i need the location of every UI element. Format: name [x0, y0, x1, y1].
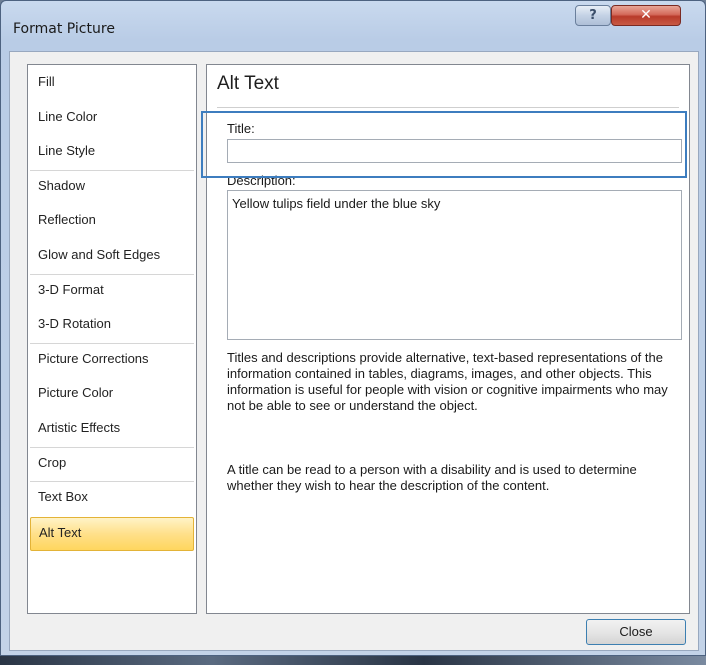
title-input[interactable] [227, 139, 682, 163]
sidebar-item-text-box[interactable]: Text Box [30, 482, 194, 517]
sidebar-item-line-style[interactable]: Line Style [30, 136, 194, 171]
sidebar-item-label: 3-D Rotation [38, 316, 111, 332]
desktop-background-strip [0, 656, 706, 665]
window-close-button[interactable]: ✕ [611, 5, 681, 26]
sidebar-item-shadow[interactable]: Shadow [30, 171, 194, 206]
sidebar-item-label: Line Color [38, 108, 98, 124]
sidebar-item-artistic-effects[interactable]: Artistic Effects [30, 413, 194, 448]
alt-text-panel: Alt Text Title: Description: Yellow tuli… [206, 64, 690, 614]
sidebar-item-picture-corrections[interactable]: Picture Corrections [30, 344, 194, 379]
sidebar-item-fill[interactable]: Fill [30, 67, 194, 102]
help-icon: ? [589, 8, 597, 23]
help-paragraph-1: Titles and descriptions provide alternat… [227, 350, 668, 413]
description-input[interactable]: Yellow tulips field under the blue sky [227, 190, 682, 340]
sidebar-item-3d-rotation[interactable]: 3-D Rotation [30, 309, 194, 344]
sidebar-item-label: Picture Corrections [38, 350, 149, 366]
sidebar-item-label: Picture Color [38, 385, 114, 401]
category-sidebar: Fill Line Color Line Style Shadow Reflec… [27, 64, 197, 614]
sidebar-item-label: Reflection [38, 212, 96, 228]
title-label: Title: [227, 121, 255, 136]
close-button[interactable]: Close [586, 619, 686, 645]
description-label: Description: [227, 173, 296, 188]
help-paragraph-2: A title can be read to a person with a d… [227, 462, 637, 493]
sidebar-item-3d-format[interactable]: 3-D Format [30, 275, 194, 310]
help-button[interactable]: ? [575, 5, 611, 26]
sidebar-item-glow-soft-edges[interactable]: Glow and Soft Edges [30, 240, 194, 275]
sidebar-item-line-color[interactable]: Line Color [30, 102, 194, 137]
format-picture-dialog: Format Picture ? ✕ Fill Line Color Line … [0, 0, 706, 656]
sidebar-item-alt-text[interactable]: Alt Text [30, 516, 194, 552]
sidebar-item-label: Alt Text [39, 524, 82, 540]
sidebar-item-label: Line Style [38, 143, 96, 159]
sidebar-item-label: Shadow [38, 177, 85, 193]
dialog-client-area: Fill Line Color Line Style Shadow Reflec… [9, 51, 699, 651]
heading-divider [217, 107, 679, 108]
sidebar-item-label: Glow and Soft Edges [38, 246, 161, 262]
dialog-title: Format Picture [13, 21, 115, 37]
sidebar-item-reflection[interactable]: Reflection [30, 205, 194, 240]
sidebar-item-label: Crop [38, 454, 67, 470]
sidebar-item-label: 3-D Format [38, 281, 104, 297]
sidebar-item-label: Text Box [38, 489, 88, 505]
sidebar-item-picture-color[interactable]: Picture Color [30, 378, 194, 413]
sidebar-item-label: Fill [38, 74, 55, 89]
close-icon: ✕ [640, 7, 652, 23]
sidebar-item-label: Artistic Effects [38, 419, 121, 435]
panel-heading: Alt Text [217, 73, 279, 94]
sidebar-item-crop[interactable]: Crop [30, 448, 194, 483]
